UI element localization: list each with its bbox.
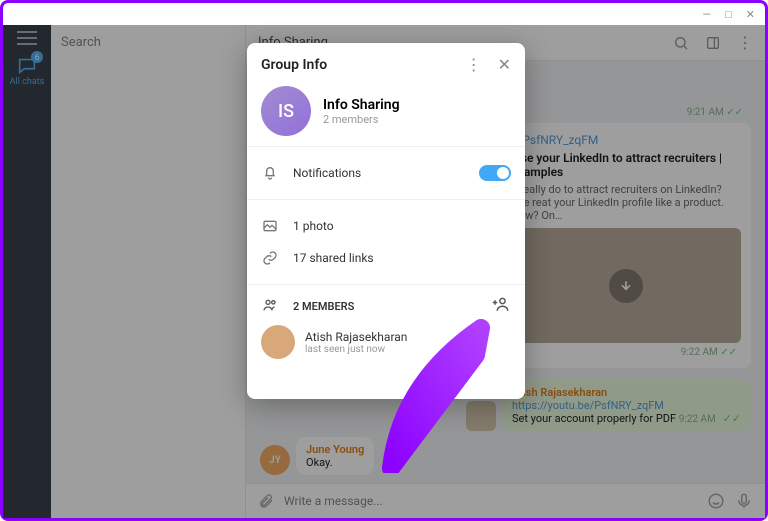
preview-thumbnail[interactable] (511, 228, 741, 343)
members-header-label: 2 MEMBERS (293, 300, 354, 313)
group-member-count: 2 members (323, 113, 400, 126)
add-member-button[interactable] (491, 295, 511, 317)
message-link[interactable]: https://youtu.be/PsfNRY_zqFM (512, 399, 741, 412)
group-info-modal: Group Info ⋮ ✕ IS Info Sharing 2 members… (247, 43, 525, 399)
links-label: 17 shared links (293, 251, 374, 265)
link-icon (261, 250, 279, 266)
avatar[interactable]: JY (260, 445, 290, 475)
group-avatar: IS (261, 86, 311, 136)
links-row[interactable]: 17 shared links (261, 242, 511, 274)
emoji-icon[interactable] (707, 492, 725, 510)
attachment-icon[interactable] (258, 493, 274, 509)
avatar[interactable] (466, 401, 496, 431)
member-item[interactable]: Atish Rajasekharan last seen just now (261, 317, 511, 359)
sidebar-item-all-chats[interactable]: 6 All chats (10, 55, 45, 87)
notifications-row[interactable]: Notifications (261, 157, 511, 189)
preview-title: nise your LinkedIn to attract recruiters… (511, 151, 741, 179)
sidepanel-icon[interactable] (705, 35, 721, 51)
hamburger-icon[interactable] (17, 31, 37, 45)
group-name: Info Sharing (323, 97, 400, 113)
members-icon (261, 297, 279, 316)
chat-list-pane (51, 25, 246, 518)
sender-name: Atish Rajasekharan (512, 386, 741, 399)
add-person-icon (491, 295, 511, 313)
download-icon[interactable] (609, 269, 643, 303)
kebab-icon[interactable]: ⋮ (737, 35, 753, 51)
bell-icon (261, 165, 279, 181)
message-text: Set your account properly for PDF 9:22 A… (512, 412, 741, 425)
member-name: Atish Rajasekharan (305, 330, 407, 344)
message-bubble[interactable]: Atish Rajasekharan https://youtu.be/PsfN… (502, 380, 751, 431)
window-titlebar: — □ ✕ (3, 3, 765, 25)
message-input[interactable] (284, 494, 697, 508)
kebab-icon[interactable]: ⋮ (466, 55, 482, 74)
unread-badge: 6 (31, 51, 43, 63)
message-text: Okay. (306, 456, 364, 469)
nav-sidebar: 6 All chats (3, 25, 51, 518)
photos-row[interactable]: 1 photo (261, 210, 511, 242)
search-icon[interactable] (673, 35, 689, 51)
preview-desc: n really do to attract recruiters on Lin… (511, 183, 741, 222)
link-preview-card[interactable]: e/PsfNRY_zqFM nise your LinkedIn to attr… (501, 123, 751, 368)
member-status: last seen just now (305, 344, 407, 355)
window-minimize[interactable]: — (703, 8, 712, 21)
group-summary[interactable]: IS Info Sharing 2 members (261, 86, 511, 136)
close-icon[interactable]: ✕ (498, 55, 511, 74)
window-maximize[interactable]: □ (725, 8, 732, 21)
message-bubble[interactable]: June Young Okay. (296, 437, 374, 475)
avatar (261, 325, 295, 359)
message-time: 9:22 AM ✓✓ (511, 347, 741, 358)
notifications-toggle[interactable] (479, 165, 511, 181)
microphone-icon[interactable] (735, 492, 753, 510)
sidebar-label: All chats (10, 77, 45, 87)
preview-url: e/PsfNRY_zqFM (511, 133, 741, 147)
window-close[interactable]: ✕ (746, 8, 755, 21)
photo-icon (261, 218, 279, 234)
message-composer (246, 483, 765, 518)
photos-label: 1 photo (293, 219, 334, 233)
sender-name: June Young (306, 443, 364, 456)
message-time: 9:21 AM ✓✓ (687, 107, 747, 118)
search-input[interactable] (61, 35, 235, 50)
notifications-label: Notifications (293, 166, 361, 180)
modal-title: Group Info (261, 57, 327, 73)
